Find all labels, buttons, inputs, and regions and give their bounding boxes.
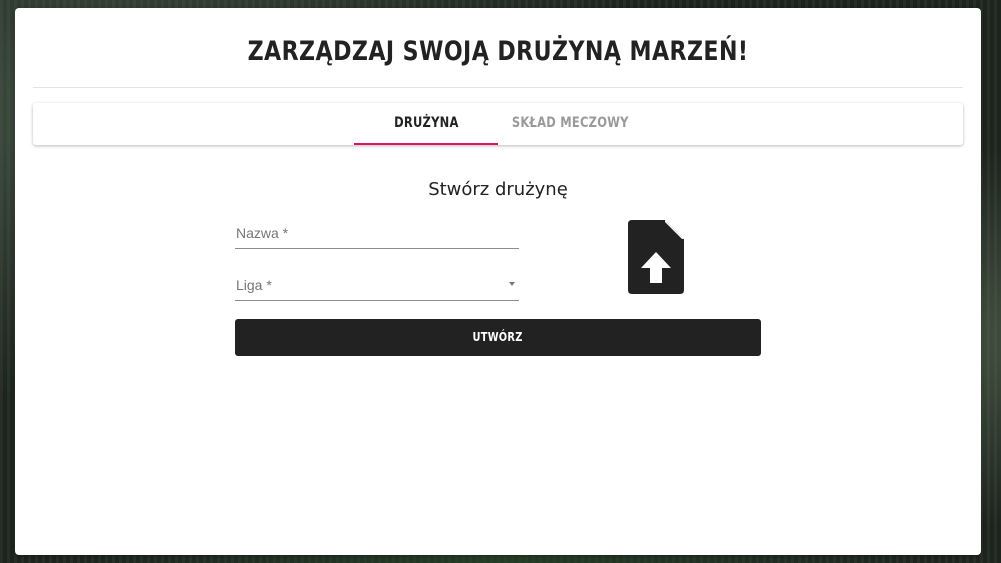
form-heading: Stwórz drużynę [428,179,568,200]
tab-team[interactable]: DRUŻYNA [354,103,498,145]
tab-match-lineup[interactable]: SKŁAD MECZOWY [498,103,642,145]
name-input[interactable] [235,218,523,250]
create-button-label: UTWÓRZ [472,330,524,344]
page-title: ZARZĄDZAJ SWOJĄ DRUŻYNĄ MARZEŃ! [247,36,749,67]
tabs-bar: DRUŻYNA SKŁAD MECZOWY [33,103,963,145]
file-upload-icon[interactable] [628,220,684,294]
create-button[interactable]: UTWÓRZ [235,319,761,356]
name-field: Nazwa * [235,218,523,250]
main-card: ZARZĄDZAJ SWOJĄ DRUŻYNĄ MARZEŃ! DRUŻYNA … [15,8,981,555]
league-select[interactable]: Liga * [235,270,519,301]
tab-match-lineup-label: SKŁAD MECZOWY [511,115,629,131]
title-divider [33,87,963,88]
tab-team-label: DRUŻYNA [393,115,459,131]
league-select-label: Liga * [236,277,272,293]
dropdown-arrow-icon [509,282,515,286]
